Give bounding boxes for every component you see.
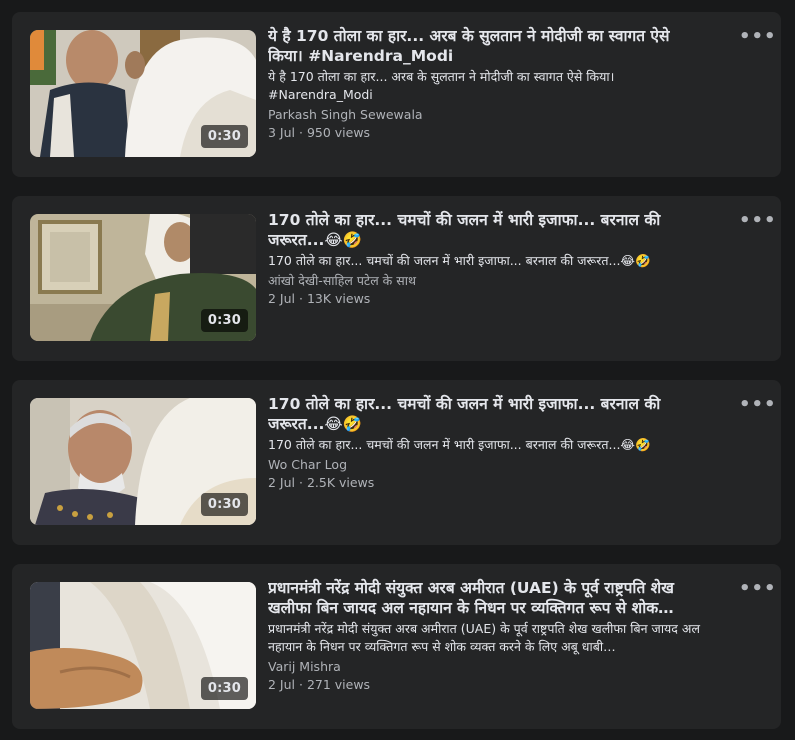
video-description: प्रधानमंत्री नरेंद्र मोदी संयुक्त अरब अम… <box>268 621 700 654</box>
video-views: 13K views <box>306 291 371 306</box>
video-thumbnail[interactable]: 0:30 <box>30 30 256 157</box>
video-author[interactable]: आंखो देखी-साहिल पटेल के साथ <box>268 272 708 290</box>
video-meta: 3 Jul · 950 views <box>268 125 371 140</box>
video-duration: 0:30 <box>200 125 248 148</box>
video-duration: 0:30 <box>200 677 248 700</box>
video-info: 170 तोले का हार... चमचों की जलन में भारी… <box>268 394 708 492</box>
more-options-icon[interactable]: ••• <box>739 28 776 48</box>
video-info: प्रधानमंत्री नरेंद्र मोदी संयुक्त अरब अम… <box>268 578 708 694</box>
video-info: ये है 170 तोला का हार... अरब के सुलतान न… <box>268 26 708 142</box>
video-title[interactable]: 170 तोले का हार... चमचों की जलन में भारी… <box>268 394 708 434</box>
video-meta: 2 Jul · 271 views <box>268 677 371 692</box>
video-thumbnail[interactable]: 0:30 <box>30 398 256 525</box>
video-author[interactable]: Parkash Singh Sewewala <box>268 106 708 124</box>
video-description: ये है 170 तोला का हार... अरब के सुलतान न… <box>268 69 615 102</box>
more-options-icon[interactable]: ••• <box>739 212 776 232</box>
video-description: 170 तोले का हार... चमचों की जलन में भारी… <box>268 253 651 268</box>
video-card[interactable]: 0:30 प्रधानमंत्री नरेंद्र मोदी संयुक्त अ… <box>12 564 781 729</box>
video-thumbnail[interactable]: 0:30 <box>30 214 256 341</box>
video-card[interactable]: 0:30 170 तोले का हार... चमचों की जलन में… <box>12 196 781 361</box>
video-card[interactable]: 0:30 ये है 170 तोला का हार... अरब के सुल… <box>12 12 781 177</box>
video-author[interactable]: Wo Char Log <box>268 456 708 474</box>
more-options-icon[interactable]: ••• <box>739 580 776 600</box>
video-title[interactable]: ये है 170 तोला का हार... अरब के सुलतान न… <box>268 26 708 66</box>
video-author[interactable]: Varij Mishra <box>268 658 708 676</box>
video-date: 2 Jul <box>268 677 296 692</box>
video-title[interactable]: 170 तोले का हार... चमचों की जलन में भारी… <box>268 210 708 250</box>
video-card[interactable]: 0:30 170 तोले का हार... चमचों की जलन में… <box>12 380 781 545</box>
video-thumbnail[interactable]: 0:30 <box>30 582 256 709</box>
more-options-icon[interactable]: ••• <box>739 396 776 416</box>
video-views: 271 views <box>306 677 371 692</box>
video-date: 3 Jul <box>268 125 296 140</box>
video-duration: 0:30 <box>200 493 248 516</box>
video-date: 2 Jul <box>268 475 296 490</box>
video-date: 2 Jul <box>268 291 296 306</box>
video-meta: 2 Jul · 13K views <box>268 291 371 306</box>
video-feed: 0:30 ये है 170 तोला का हार... अरब के सुल… <box>0 0 795 740</box>
video-meta: 2 Jul · 2.5K views <box>268 475 375 490</box>
video-views: 950 views <box>306 125 371 140</box>
video-description: 170 तोले का हार... चमचों की जलन में भारी… <box>268 437 651 452</box>
video-duration: 0:30 <box>200 309 248 332</box>
video-title[interactable]: प्रधानमंत्री नरेंद्र मोदी संयुक्त अरब अम… <box>268 578 708 618</box>
video-views: 2.5K views <box>306 475 375 490</box>
video-info: 170 तोले का हार... चमचों की जलन में भारी… <box>268 210 708 308</box>
